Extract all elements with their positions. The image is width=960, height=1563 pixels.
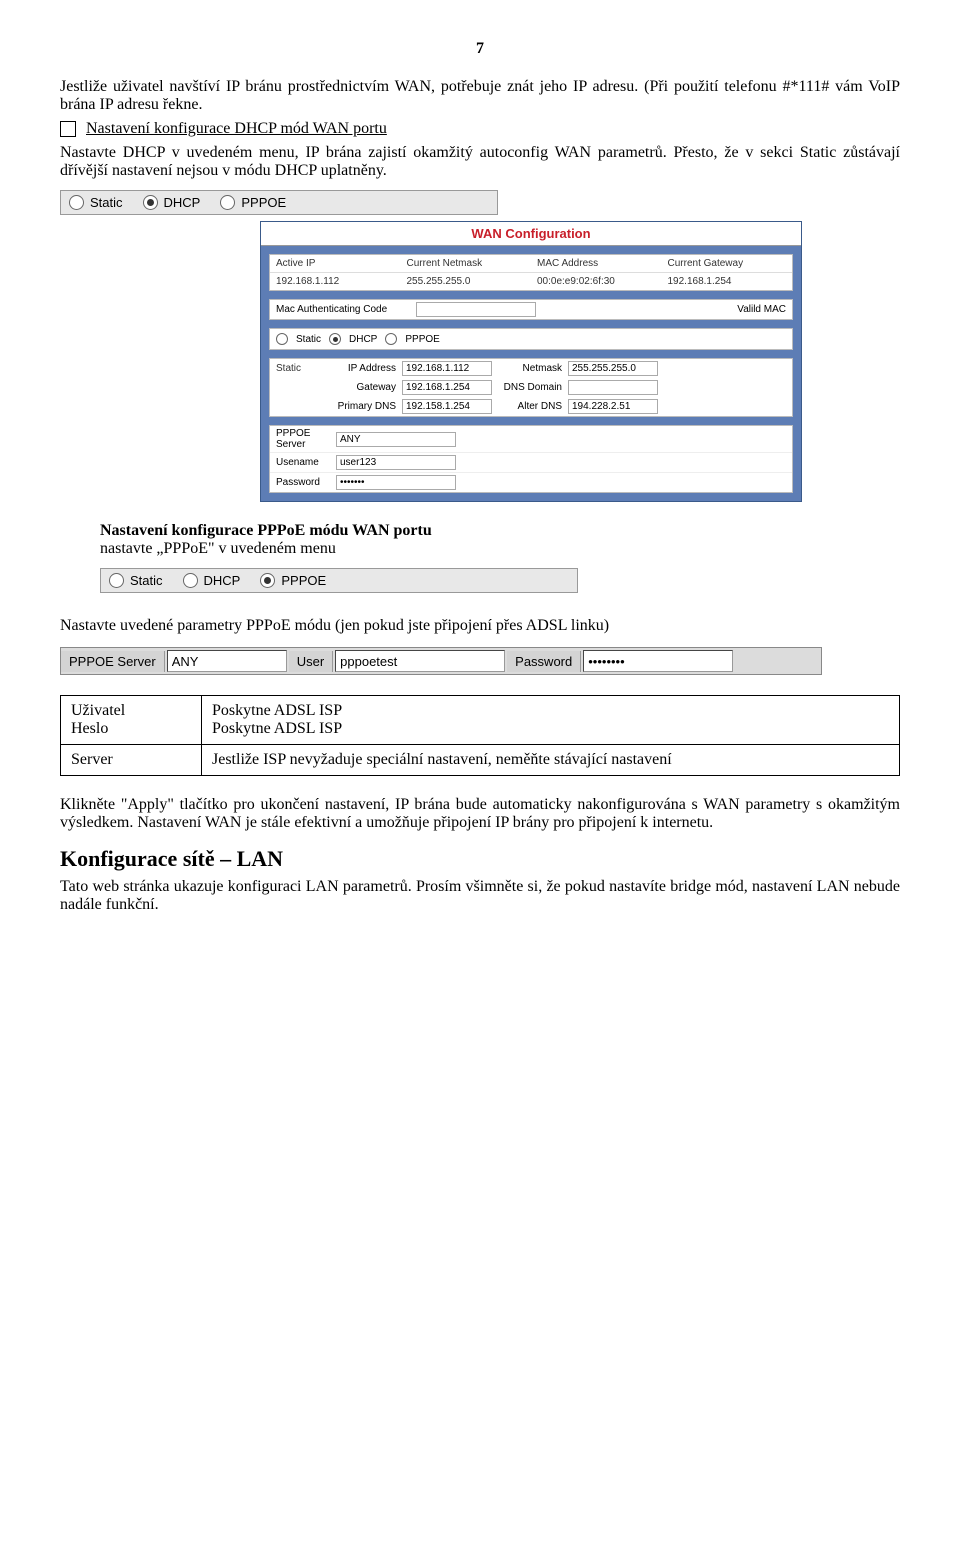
pppoe-user-input[interactable] <box>336 455 456 470</box>
wan-mode-row: Static DHCP PPPOE <box>269 328 793 350</box>
row-pass: Heslo <box>71 720 108 737</box>
pppoe-user-label: Usename <box>276 457 336 468</box>
lan-heading: Konfigurace sítě – LAN <box>60 846 900 872</box>
pppoe-section: Nastavení konfigurace PPPoE módu WAN por… <box>100 522 900 558</box>
option-dhcp-label-2: DHCP <box>204 573 241 588</box>
page-number: 7 <box>60 40 900 58</box>
wan-h-mac: MAC Address <box>531 255 662 272</box>
netmask-label: Netmask <box>492 363 568 374</box>
valid-mac-label: Valild MAC <box>737 304 786 315</box>
dhcp-heading: Nastavení konfigurace DHCP mód WAN portu <box>60 120 900 138</box>
mode-dhcp: DHCP <box>349 334 377 345</box>
radio-icon <box>183 573 198 588</box>
mode-pppoe: PPPOE <box>405 334 439 345</box>
radio-selected-icon <box>260 573 275 588</box>
pppoe-bar-server-label: PPPOE Server <box>61 651 165 672</box>
option-static-2[interactable]: Static <box>109 573 163 588</box>
option-dhcp[interactable]: DHCP <box>143 195 201 210</box>
radio-icon[interactable] <box>385 333 397 345</box>
wan-v-activeip: 192.168.1.112 <box>270 273 401 290</box>
radio-selected-icon[interactable] <box>329 333 341 345</box>
mac-auth-label: Mac Authenticating Code <box>276 304 416 315</box>
gateway-input[interactable] <box>402 380 492 395</box>
closing-p2: Tato web stránka ukazuje konfiguraci LAN… <box>60 878 900 914</box>
dnsdomain-input[interactable] <box>568 380 658 395</box>
pppoe-pass-label: Password <box>276 477 336 488</box>
pppoe-heading: Nastavení konfigurace PPPoE módu WAN por… <box>100 522 432 539</box>
pppoe-bar-pass-label: Password <box>507 651 581 672</box>
mode-static: Static <box>296 334 321 345</box>
option-static[interactable]: Static <box>69 195 123 210</box>
row-server: Server <box>61 745 202 776</box>
primarydns-input[interactable] <box>402 399 492 414</box>
dhcp-heading-text: Nastavení konfigurace DHCP mód WAN portu <box>86 120 387 137</box>
dnsdomain-label: DNS Domain <box>492 382 568 393</box>
radio-icon[interactable] <box>276 333 288 345</box>
radio-icon <box>109 573 124 588</box>
option-pppoe-label-2: PPPOE <box>281 573 326 588</box>
dhcp-desc: Nastavte DHCP v uvedeném menu, IP brána … <box>60 144 900 180</box>
gateway-label: Gateway <box>326 382 402 393</box>
option-dhcp-label: DHCP <box>164 195 201 210</box>
radio-icon <box>220 195 235 210</box>
wan-status-block: Active IP Current Netmask MAC Address Cu… <box>269 254 793 291</box>
closing-p1: Klikněte "Apply" tlačítko pro ukončení n… <box>60 796 900 832</box>
pppoe-server-input[interactable] <box>336 432 456 447</box>
ip-label: IP Address <box>326 363 402 374</box>
wan-h-activeip: Active IP <box>270 255 401 272</box>
ip-input[interactable] <box>402 361 492 376</box>
intro-p1: Jestliže uživatel navštíví IP bránu pros… <box>60 78 900 114</box>
mode-select-bar-2: Static DHCP PPPOE <box>100 568 578 593</box>
primarydns-label: Primary DNS <box>326 401 402 412</box>
row-user: Uživatel <box>71 702 125 719</box>
wan-macauth-block: Mac Authenticating Code Valild MAC <box>269 299 793 320</box>
isp-table: Uživatel Heslo Poskytne ADSL ISP Poskytn… <box>60 695 900 776</box>
option-pppoe-2[interactable]: PPPOE <box>260 573 326 588</box>
mac-auth-input[interactable] <box>416 302 536 317</box>
wan-config-panel: WAN Configuration Active IP Current Netm… <box>260 221 802 502</box>
wan-v-netmask: 255.255.255.0 <box>401 273 532 290</box>
radio-selected-icon <box>143 195 158 210</box>
pppoe-pass-input[interactable] <box>336 475 456 490</box>
pppoe-bar-user-input[interactable] <box>335 650 505 672</box>
option-pppoe[interactable]: PPPOE <box>220 195 286 210</box>
row-server-val: Jestliže ISP nevyžaduje speciální nastav… <box>202 745 900 776</box>
table-row: Server Jestliže ISP nevyžaduje speciální… <box>61 745 900 776</box>
wan-v-gateway: 192.168.1.254 <box>662 273 793 290</box>
mode-select-bar: Static DHCP PPPOE <box>60 190 498 215</box>
option-static-label: Static <box>90 195 123 210</box>
pppoe-bar-user-label: User <box>289 651 333 672</box>
checkbox-icon <box>60 121 76 137</box>
wan-v-mac: 00:0e:e9:02:6f:30 <box>531 273 662 290</box>
wan-h-gateway: Current Gateway <box>662 255 793 272</box>
pppoe-credentials-bar: PPPOE Server User Password <box>60 647 822 675</box>
row-user-val: Poskytne ADSL ISP <box>212 702 342 719</box>
alterdns-label: Alter DNS <box>492 401 568 412</box>
pppoe-bar-server-input[interactable] <box>167 650 287 672</box>
row-pass-val: Poskytne ADSL ISP <box>212 720 342 737</box>
wan-h-netmask: Current Netmask <box>401 255 532 272</box>
wan-static-block: Static IP Address Netmask Gateway DNS Do… <box>269 358 793 417</box>
static-group-label: Static <box>276 363 326 374</box>
pppoe-subtext: nastavte „PPPoE" v uvedeném menu <box>100 540 336 557</box>
wan-pppoe-block: PPPOE Server Usename Password <box>269 425 793 493</box>
radio-icon <box>69 195 84 210</box>
wan-title: WAN Configuration <box>261 222 801 246</box>
pppoe-server-label: PPPOE Server <box>276 428 336 450</box>
option-pppoe-label: PPPOE <box>241 195 286 210</box>
option-static-label-2: Static <box>130 573 163 588</box>
alterdns-input[interactable] <box>568 399 658 414</box>
netmask-input[interactable] <box>568 361 658 376</box>
pppoe-bar-pass-input[interactable] <box>583 650 733 672</box>
pppoe-params-title: Nastavte uvedené parametry PPPoE módu (j… <box>60 617 900 635</box>
option-dhcp-2[interactable]: DHCP <box>183 573 241 588</box>
